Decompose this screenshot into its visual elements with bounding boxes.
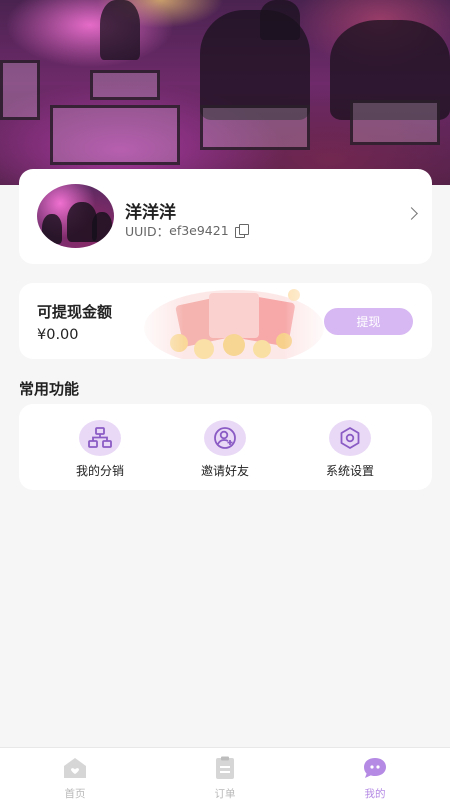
uuid-row: UUID： ef3e9421: [125, 221, 249, 240]
uuid-value: ef3e9421: [169, 223, 229, 238]
profile-card[interactable]: 洋洋洋 UUID： ef3e9421: [19, 169, 432, 264]
balance-amount: ¥0.00: [37, 327, 79, 343]
withdrawable-balance-card: 可提现金额 ¥0.00 提现: [19, 283, 432, 359]
invite-friend-icon: [204, 420, 246, 456]
function-label: 邀请好友: [200, 464, 249, 478]
function-my-distribution[interactable]: 我的分销: [55, 420, 145, 480]
balance-title: 可提现金额: [37, 303, 113, 321]
uuid-label: UUID：: [125, 224, 170, 239]
common-functions-card: 我的分销 邀请好友 系统设置: [19, 404, 432, 490]
home-icon: [64, 758, 86, 778]
header-background-photo: [0, 0, 450, 185]
tab-mine[interactable]: 我的: [345, 756, 405, 800]
red-envelope-coins-decoration: [134, 283, 334, 359]
tab-label: 首页: [64, 788, 86, 800]
chevron-right-icon[interactable]: [405, 207, 418, 220]
settings-icon: [329, 420, 371, 456]
copy-icon[interactable]: [234, 224, 249, 238]
tab-label: 我的: [364, 788, 386, 800]
section-title-common-functions: 常用功能: [19, 380, 80, 398]
function-label: 系统设置: [325, 464, 374, 478]
bottom-tab-bar: 首页 订单 我的: [0, 747, 450, 800]
tab-home[interactable]: 首页: [45, 756, 105, 800]
avatar[interactable]: [37, 184, 114, 248]
function-label: 我的分销: [75, 464, 124, 478]
profile-chat-icon: [364, 758, 386, 778]
withdraw-button[interactable]: 提现: [324, 308, 413, 335]
tab-orders[interactable]: 订单: [195, 756, 255, 800]
distribution-icon: [79, 420, 121, 456]
function-invite-friends[interactable]: 邀请好友: [180, 420, 270, 480]
order-clipboard-icon: [216, 756, 234, 779]
username: 洋洋洋: [125, 203, 176, 223]
function-system-settings[interactable]: 系统设置: [305, 420, 395, 480]
tab-label: 订单: [214, 788, 236, 800]
